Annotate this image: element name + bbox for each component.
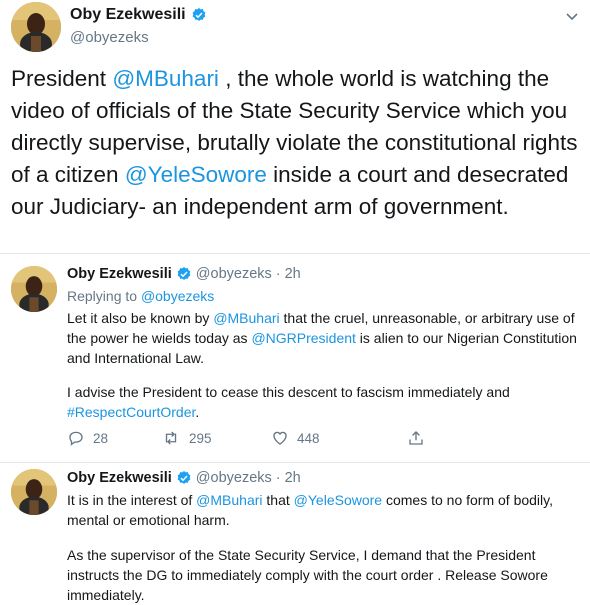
share-button[interactable] xyxy=(407,429,425,447)
tweet-text: Let it also be known by @MBuhari that th… xyxy=(67,308,579,368)
text-segment: that xyxy=(262,492,294,508)
mention-link[interactable]: @MBuhari xyxy=(213,310,279,326)
author-name[interactable]: Oby Ezekwesili xyxy=(67,470,172,486)
author-handle[interactable]: @obyezeks xyxy=(196,470,272,486)
tweet-text-paragraph: As the supervisor of the State Security … xyxy=(67,547,548,603)
tweet-actions: 28 295 448 xyxy=(67,429,425,447)
mention-link[interactable]: @MBuhari xyxy=(112,66,219,91)
mention-link[interactable]: @YeleSowore xyxy=(125,162,267,187)
reply-tweet[interactable]: Oby Ezekwesili @obyezeks · 2h It is in t… xyxy=(0,463,590,604)
avatar-image xyxy=(11,266,57,312)
replying-to: Replying to @obyezeks xyxy=(67,288,214,304)
avatar-image xyxy=(11,469,57,515)
mention-link[interactable]: @obyezeks xyxy=(141,288,214,304)
tweet-text: President @MBuhari , the whole world is … xyxy=(11,63,581,223)
avatar[interactable] xyxy=(11,469,57,515)
verified-badge-icon xyxy=(177,471,191,484)
reply-icon xyxy=(69,431,83,446)
timestamp[interactable]: · 2h xyxy=(276,470,301,486)
like-count: 448 xyxy=(297,430,320,446)
reply-button[interactable]: 28 xyxy=(67,429,161,447)
hashtag-link[interactable]: #RespectCourtOrder xyxy=(67,404,195,420)
avatar-image xyxy=(11,2,61,52)
author-name[interactable]: Oby Ezekwesili xyxy=(70,6,207,24)
text-segment: President xyxy=(11,66,113,91)
text-segment: I advise the President to cease this des… xyxy=(67,384,510,400)
retweet-icon xyxy=(165,431,177,445)
reply-header: Oby Ezekwesili @obyezeks · 2h xyxy=(67,266,301,282)
mention-link[interactable]: @YeleSowore xyxy=(294,492,382,508)
verified-badge-icon xyxy=(192,8,205,21)
chevron-down-icon[interactable] xyxy=(564,8,580,24)
reply-tweet[interactable]: Oby Ezekwesili @obyezeks · 2h Replying t… xyxy=(0,254,590,463)
mention-link[interactable]: @NGRPresident xyxy=(251,330,355,346)
mention-link[interactable]: @MBuhari xyxy=(196,492,262,508)
verified-badge-icon xyxy=(177,267,191,280)
retweet-button[interactable]: 295 xyxy=(161,429,271,447)
like-button[interactable]: 448 xyxy=(271,429,407,447)
tweet-text-paragraph: I advise the President to cease this des… xyxy=(67,382,579,422)
retweet-count: 295 xyxy=(189,430,212,446)
heart-icon xyxy=(273,431,287,445)
text-segment: Let it also be known by xyxy=(67,310,214,326)
reply-count: 28 xyxy=(93,430,109,446)
tweet-text: It is in the interest of @MBuhari that @… xyxy=(67,490,579,530)
author-handle[interactable]: @obyezeks xyxy=(196,266,272,282)
avatar[interactable] xyxy=(11,2,61,52)
author-name-text[interactable]: Oby Ezekwesili xyxy=(70,6,186,24)
author-handle[interactable]: @obyezeks xyxy=(70,29,149,46)
text-segment: It is in the interest of xyxy=(67,492,197,508)
timestamp[interactable]: · 2h xyxy=(276,266,301,282)
reply-header: Oby Ezekwesili @obyezeks · 2h xyxy=(67,470,301,486)
text-segment: . xyxy=(195,404,200,420)
avatar[interactable] xyxy=(11,266,57,312)
author-name[interactable]: Oby Ezekwesili xyxy=(67,266,172,282)
replying-label: Replying to xyxy=(67,288,141,304)
share-icon xyxy=(409,431,423,445)
